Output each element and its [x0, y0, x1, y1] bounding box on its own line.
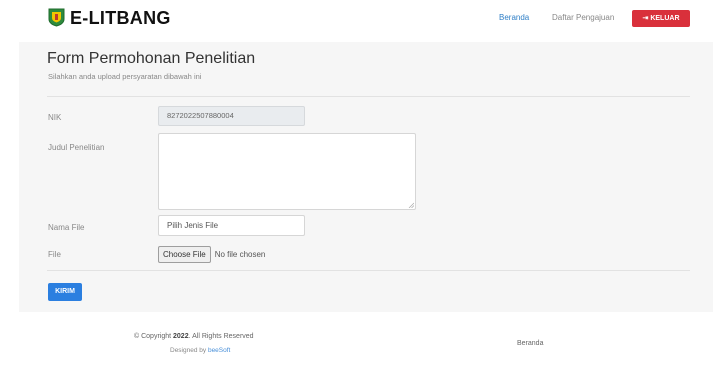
choose-file-button[interactable]: Choose File [158, 245, 211, 263]
copyright-year: 2022 [173, 333, 189, 340]
nav-link-daftar-pengajuan[interactable]: Daftar Pengajuan [552, 13, 614, 22]
logout-icon: ⇥ [642, 15, 649, 22]
nav-link-beranda[interactable]: Beranda [499, 13, 529, 22]
designed-by-text: Designed by beeSoft [170, 347, 230, 354]
page-title: Form Permohonan Penelitian [47, 50, 256, 67]
divider [47, 96, 690, 97]
brand-title[interactable]: E-LITBANG [70, 8, 171, 29]
file-label: File [48, 250, 61, 259]
designer-link[interactable]: beeSoft [208, 347, 230, 354]
footer-link-beranda[interactable]: Beranda [517, 340, 543, 347]
nama-file-select[interactable]: Pilih Jenis File [158, 215, 305, 236]
designed-prefix: Designed by [170, 347, 208, 354]
logout-label: KELUAR [650, 15, 680, 22]
resize-handle-icon[interactable] [408, 202, 414, 208]
submit-button[interactable]: KIRIM [48, 283, 82, 301]
emblem-logo-icon [48, 8, 65, 27]
file-status: No file chosen [214, 249, 266, 259]
judul-penelitian-textarea[interactable] [158, 133, 416, 210]
copyright-prefix: © Copyright [134, 333, 174, 340]
navbar: E-LITBANG Beranda Daftar Pengajuan ⇥ KEL… [0, 0, 713, 42]
page-subtitle: Silahkan anda upload persyaratan dibawah… [48, 72, 202, 81]
logout-button[interactable]: ⇥ KELUAR [632, 10, 690, 27]
file-input[interactable]: Choose File No file chosen [158, 245, 265, 263]
divider [47, 270, 690, 271]
nik-label: NIK [48, 113, 62, 122]
nama-file-label: Nama File [48, 223, 85, 232]
judul-penelitian-label: Judul Penelitian [48, 143, 105, 152]
copyright-suffix: . All Rights Reserved [188, 333, 254, 340]
copyright-text: © Copyright 2022. All Rights Reserved [134, 333, 254, 340]
nik-field: 8272022507880004 [158, 106, 305, 126]
